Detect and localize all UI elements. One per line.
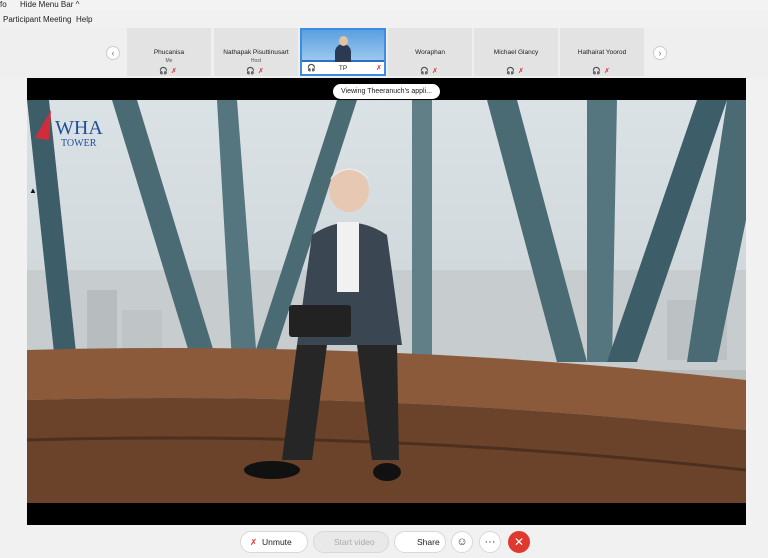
hide-menu-bar-label: Hide Menu Bar	[20, 0, 74, 9]
participant-role: Host	[250, 58, 262, 64]
start-video-label: Start video	[334, 537, 375, 547]
participant-name: Nathapak Pisuttinusart	[223, 49, 289, 56]
unmute-label: Unmute	[262, 537, 292, 547]
participant-name: Phucanisa	[153, 49, 185, 56]
headset-icon: 🎧	[506, 68, 515, 75]
participant-tile[interactable]: Woraphan 🎧 ✗	[388, 28, 472, 76]
top-bar: fo Hide Menu Bar ^	[0, 0, 768, 10]
share-button[interactable]: Share	[394, 531, 446, 553]
unmute-button[interactable]: ✗ Unmute	[240, 531, 308, 553]
hide-menu-bar-button[interactable]: Hide Menu Bar ^	[20, 0, 79, 9]
menu-help[interactable]: Help	[76, 15, 92, 24]
participant-tile-active-video[interactable]: TP 🎧 ✗	[300, 28, 386, 76]
window-title-fragment: fo	[0, 0, 7, 9]
muted-mic-icon: ✗	[376, 65, 382, 72]
speaker-tablet	[289, 305, 351, 337]
menu-meeting[interactable]: Meeting	[43, 15, 71, 24]
wha-logo-subtext: TOWER	[61, 138, 97, 149]
headset-icon: 🎧	[307, 65, 316, 72]
participant-tile[interactable]: Michael Glancy 🎧 ✗	[474, 28, 558, 76]
participant-tile[interactable]: Phucanisa Me 🎧 ✗	[127, 28, 211, 76]
presenter-thumbnail-head	[339, 36, 348, 46]
headset-icon: 🎧	[159, 68, 168, 75]
shared-screen-stage: WHA TOWER	[27, 78, 746, 525]
participant-tile[interactable]: Nathapak Pisuttinusart Host 🎧 ✗	[214, 28, 298, 76]
share-label: Share	[417, 537, 440, 547]
viewing-indicator[interactable]: Viewing Theeranuch's appli...	[333, 84, 440, 99]
participant-name: Woraphan	[415, 49, 445, 56]
chevron-up-icon: ^	[75, 0, 80, 9]
building	[122, 310, 162, 350]
muted-mic-icon: ✗	[258, 68, 264, 75]
window-frame	[412, 100, 432, 362]
strip-prev-button[interactable]: ‹	[106, 46, 120, 60]
participant-role: Me	[165, 58, 173, 64]
window-frame	[587, 100, 617, 362]
presenter-thumbnail-body	[335, 44, 351, 64]
participant-name: Michael Glancy	[493, 49, 539, 56]
participant-name: Hathairat Yoorod	[577, 49, 627, 56]
headset-icon: 🎧	[246, 68, 255, 75]
leave-meeting-icon[interactable]: ✕	[508, 531, 530, 553]
strip-next-button[interactable]: ›	[653, 46, 667, 60]
reactions-icon[interactable]: ☺	[451, 531, 473, 553]
shared-video-frame: WHA TOWER	[27, 100, 746, 503]
start-video-button[interactable]: Start video	[313, 531, 389, 553]
muted-mic-icon: ✗	[250, 537, 258, 547]
menu-bar: Participant Meeting Help	[0, 13, 768, 27]
muted-mic-icon: ✗	[604, 68, 610, 75]
more-options-icon[interactable]: ···	[479, 531, 501, 553]
headset-icon: 🎧	[592, 68, 601, 75]
shared-video-scene: WHA TOWER	[27, 100, 746, 503]
muted-mic-icon: ✗	[171, 68, 177, 75]
speaker-shirt	[337, 222, 359, 292]
muted-mic-icon: ✗	[518, 68, 524, 75]
wha-logo-text: WHA	[55, 117, 103, 139]
headset-icon: 🎧	[420, 68, 429, 75]
muted-mic-icon: ✗	[432, 68, 438, 75]
participant-tile[interactable]: Hathairat Yoorod 🎧 ✗	[560, 28, 644, 76]
speaker-shoe-right	[373, 463, 401, 481]
menu-participant[interactable]: Participant	[3, 15, 41, 24]
speaker-shoe-left	[244, 461, 300, 479]
mouse-cursor-icon: ▲	[29, 186, 37, 195]
building	[87, 290, 117, 350]
